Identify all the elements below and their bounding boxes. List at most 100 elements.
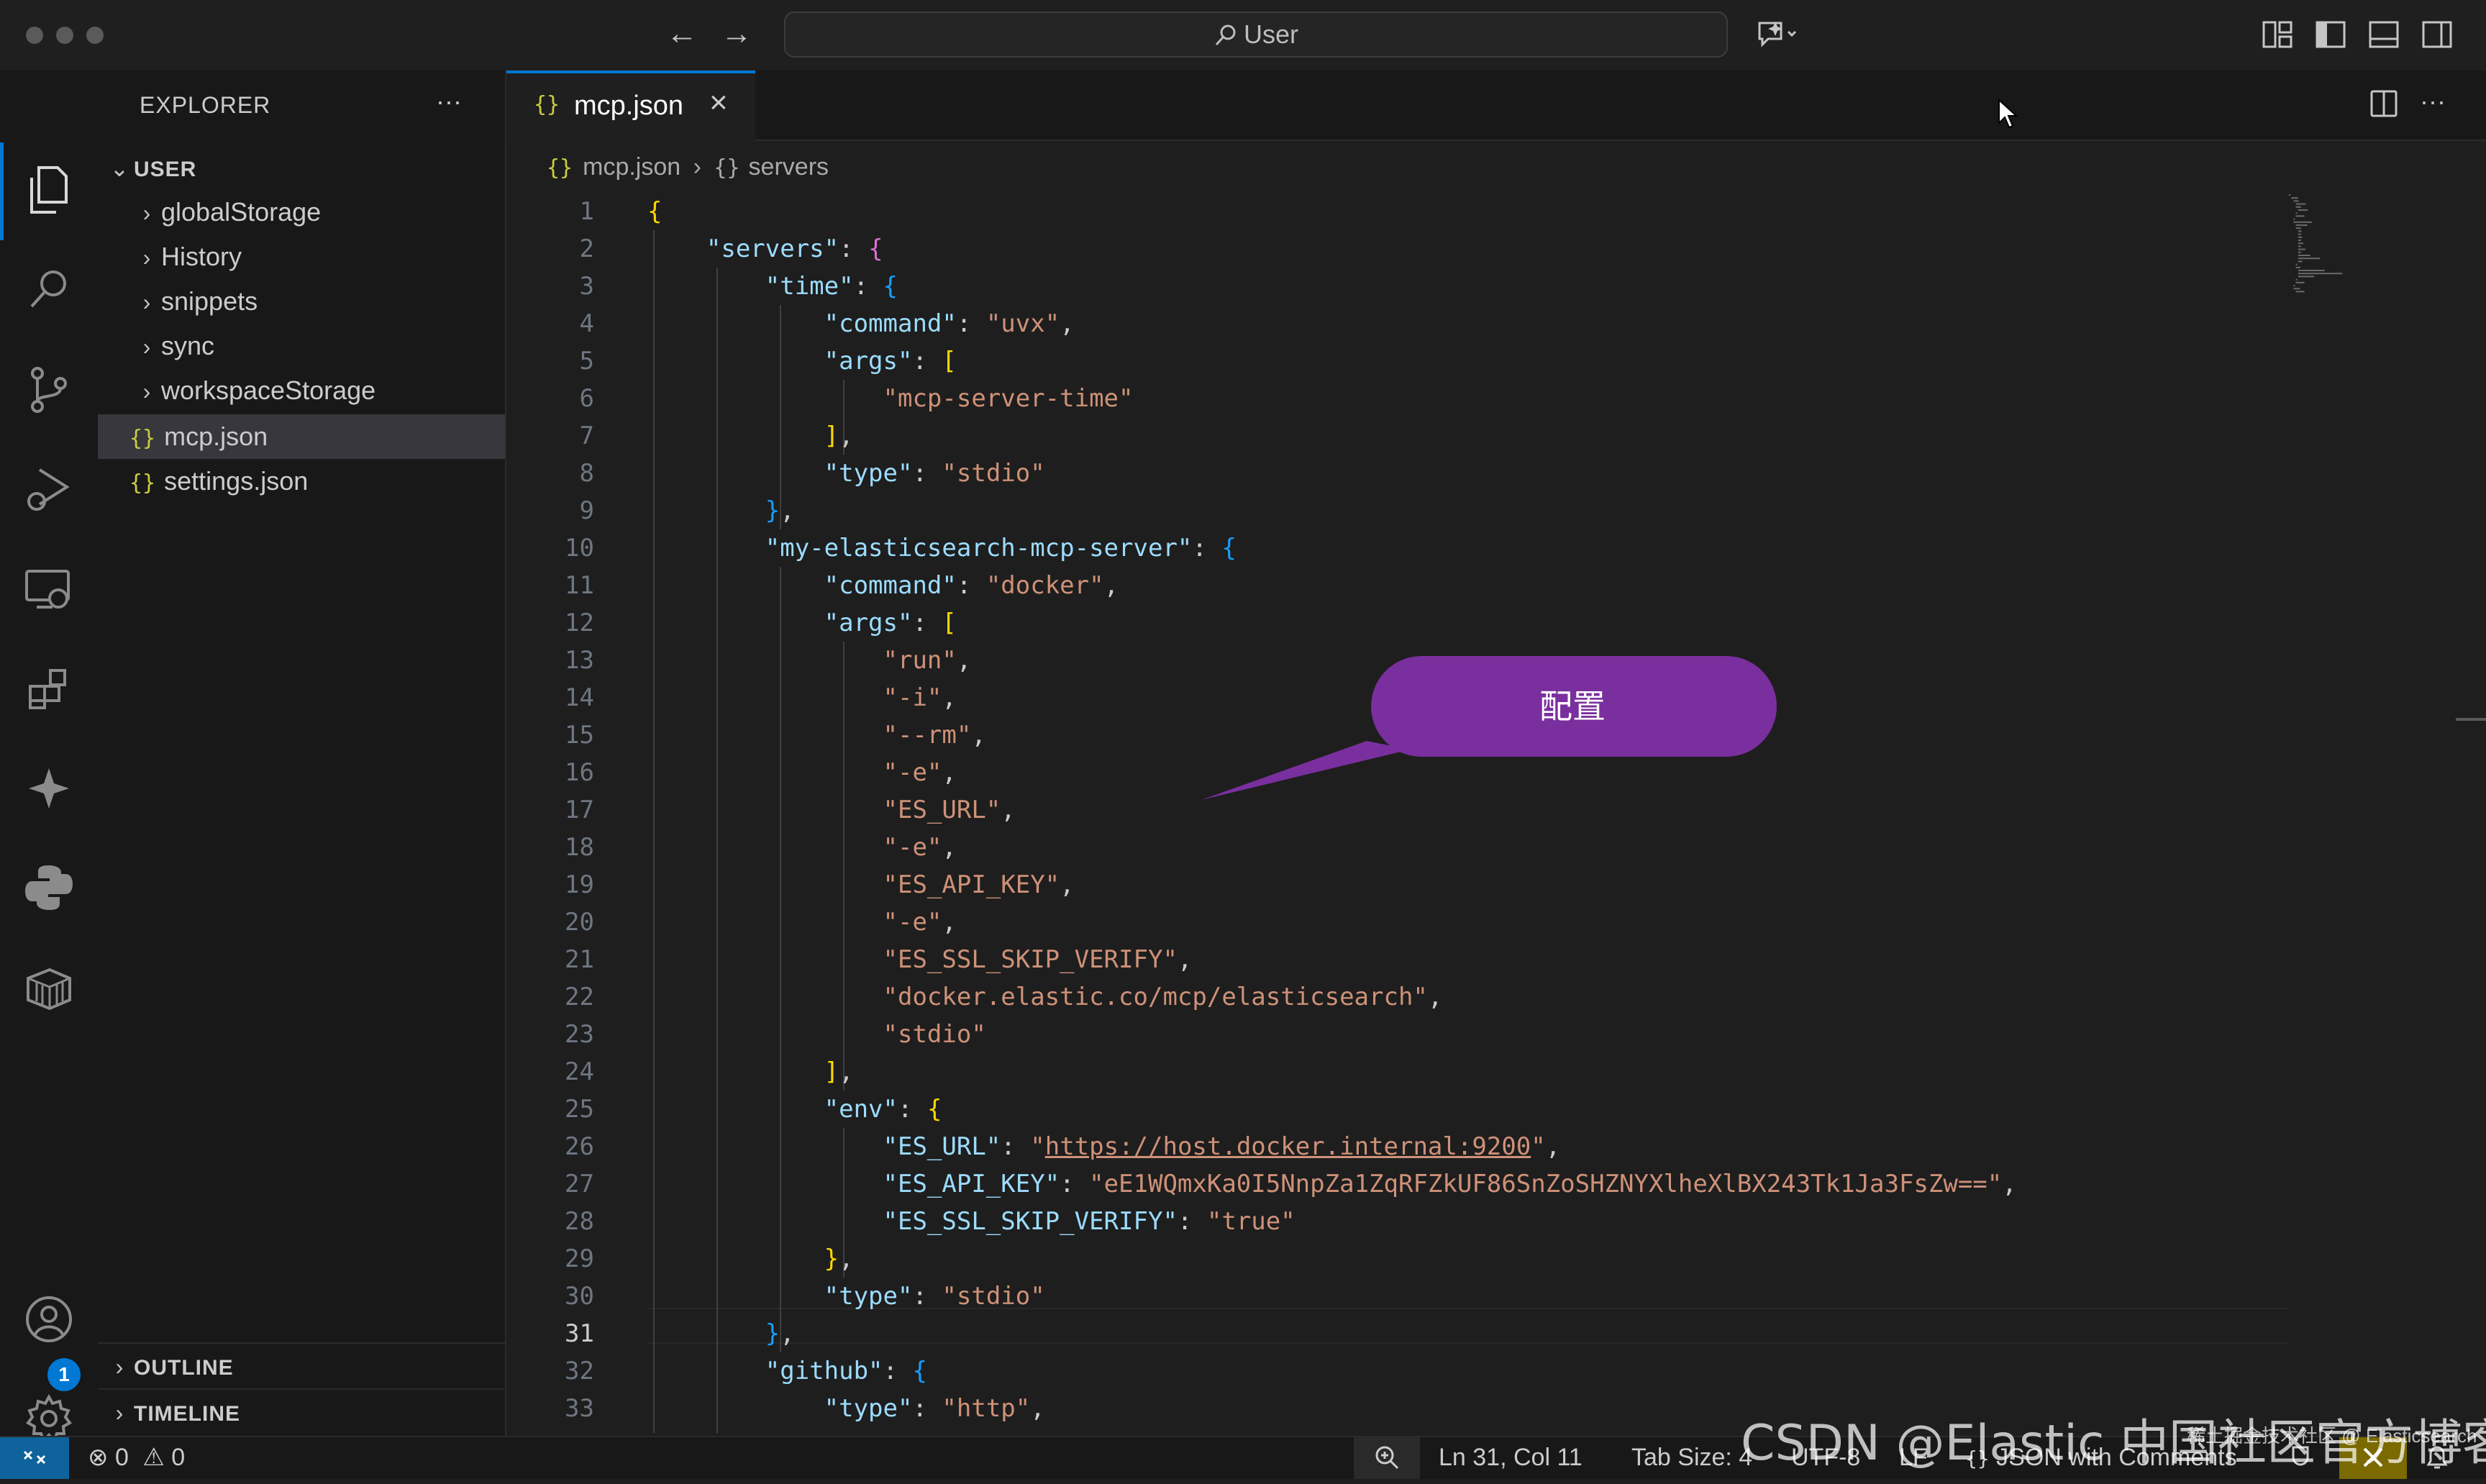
search-icon[interactable]: [16, 256, 82, 322]
code-token: }: [647, 496, 780, 525]
line-number: 25: [565, 1095, 594, 1124]
split-editor-icon[interactable]: [2369, 89, 2398, 122]
minimap-line: [2298, 258, 2321, 260]
remote-explorer-icon[interactable]: [16, 557, 82, 623]
toggle-primary-sidebar-icon[interactable]: [2315, 20, 2346, 53]
tree-item-mcp-json[interactable]: {} mcp.json: [98, 414, 505, 459]
tree-item-snippets[interactable]: › snippets: [98, 279, 505, 324]
python-icon[interactable]: [16, 855, 82, 921]
tab-size[interactable]: Tab Size: 4: [1631, 1437, 1752, 1478]
line-number: 17: [565, 796, 594, 824]
line-number: 20: [565, 908, 594, 937]
code-token: "env": [647, 1095, 898, 1124]
code-line: "run",: [647, 642, 972, 679]
containers-icon[interactable]: [16, 955, 82, 1021]
search-icon: [1215, 24, 1236, 46]
minimap-line: [2291, 197, 2298, 199]
minimap-line: [2295, 215, 2305, 217]
minimap[interactable]: [2287, 193, 2431, 337]
minimap-line: [2298, 255, 2310, 256]
tab-mcp-json[interactable]: {} mcp.json ×: [506, 70, 755, 141]
editor-more-actions-icon[interactable]: ···: [2420, 86, 2446, 117]
line-number: 22: [565, 983, 594, 1011]
code-token: ,: [1177, 945, 1193, 974]
mouse-cursor-icon: [1997, 98, 2018, 133]
chevron-right-icon: ›: [142, 378, 151, 404]
breadcrumb-symbol[interactable]: servers: [749, 153, 829, 181]
tree-item-sync[interactable]: › sync: [98, 324, 505, 368]
tree-item-label: globalStorage: [161, 197, 322, 227]
code-token: "args": [647, 609, 913, 637]
minimap-line: [2298, 251, 2301, 253]
code-token: ,: [956, 646, 972, 675]
code-token: "--rm": [647, 721, 972, 750]
extensions-icon[interactable]: [16, 656, 82, 722]
minimap-line: [2295, 203, 2306, 205]
code-token: "-e": [647, 758, 942, 787]
code-token: ,: [942, 908, 957, 937]
forward-arrow-icon[interactable]: →: [721, 16, 752, 52]
line-number: 12: [565, 609, 594, 637]
section-timeline-header[interactable]: › TIMELINE: [98, 1390, 505, 1434]
section-outline-header[interactable]: › OUTLINE: [98, 1344, 505, 1388]
copilot-icon[interactable]: [16, 755, 82, 821]
minimize-window-button[interactable]: [56, 27, 73, 44]
code-token: "stdio": [647, 1020, 986, 1049]
remote-indicator-button[interactable]: [0, 1437, 69, 1479]
code-line: },: [647, 1240, 854, 1278]
explorer-icon[interactable]: [16, 157, 82, 223]
copilot-chat-icon[interactable]: [1755, 17, 1798, 57]
tree-item-History[interactable]: › History: [98, 235, 505, 279]
tree-item-settings-json[interactable]: {} settings.json: [98, 459, 505, 504]
minimap-line: [2289, 194, 2290, 196]
code-token: "true": [1206, 1207, 1296, 1236]
code-line: ],: [647, 417, 854, 455]
close-icon[interactable]: ×: [709, 85, 728, 121]
code-line: "ES_URL": "https://host.docker.internal:…: [647, 1128, 1561, 1165]
accounts-icon[interactable]: [16, 1286, 82, 1352]
explorer-more-actions-button[interactable]: ···: [436, 86, 462, 117]
zoom-button[interactable]: [1354, 1437, 1420, 1479]
breadcrumb-file[interactable]: mcp.json: [583, 153, 680, 181]
code-line: "args": [: [647, 342, 957, 380]
cursor-position[interactable]: Ln 31, Col 11: [1439, 1437, 1583, 1478]
problems-indicator[interactable]: ⊗ 0 ⚠ 0: [88, 1437, 185, 1478]
toggle-panel-icon[interactable]: [2368, 20, 2400, 53]
code-line: ],: [647, 1053, 854, 1091]
code-token: ,: [971, 721, 986, 750]
section-user-header[interactable]: ⌄ USER: [98, 145, 505, 190]
customize-layout-icon[interactable]: [2262, 20, 2293, 53]
tree-item-label: History: [161, 242, 242, 271]
code-token: ,: [1030, 1394, 1045, 1423]
tree-item-globalStorage[interactable]: › globalStorage: [98, 190, 505, 235]
warning-icon: ⚠: [142, 1444, 165, 1471]
title-bar: ← → User: [0, 0, 2486, 72]
tree-item-workspaceStorage[interactable]: › workspaceStorage: [98, 368, 505, 413]
code-token: "stdio": [942, 459, 1045, 488]
back-arrow-icon[interactable]: ←: [666, 16, 698, 52]
json-file-icon: {}: [547, 155, 573, 181]
code-line: "type": "http",: [647, 1390, 1045, 1427]
command-center-search[interactable]: User: [784, 12, 1728, 58]
close-window-button[interactable]: [26, 27, 43, 44]
code-line: "--rm",: [647, 716, 986, 754]
run-debug-icon[interactable]: [16, 456, 82, 522]
code-line: "ES_API_KEY": "eE1WQmxKa0I5NnpZa1ZqRFZkU…: [647, 1165, 2017, 1203]
code-token: {: [868, 235, 883, 263]
code-token: "github": [647, 1357, 883, 1385]
minimap-line: [2298, 230, 2302, 232]
tree-item-label: snippets: [161, 286, 258, 316]
minimap-line: [2298, 242, 2303, 245]
code-token: "docker.elastic.co/mcp/elasticsearch": [647, 983, 1428, 1011]
chevron-right-icon: ›: [142, 200, 151, 226]
toggle-secondary-sidebar-icon[interactable]: [2421, 20, 2453, 53]
json-file-icon: {}: [129, 426, 156, 451]
section-user-label: USER: [134, 158, 197, 181]
source-control-icon[interactable]: [16, 357, 82, 423]
code-token: :: [956, 571, 986, 600]
maximize-window-button[interactable]: [86, 27, 104, 44]
code-line: "docker.elastic.co/mcp/elasticsearch",: [647, 978, 1443, 1016]
line-number: 23: [565, 1020, 594, 1049]
scrollbar-thumb[interactable]: [2456, 718, 2486, 721]
minimap-line: [2295, 266, 2300, 268]
